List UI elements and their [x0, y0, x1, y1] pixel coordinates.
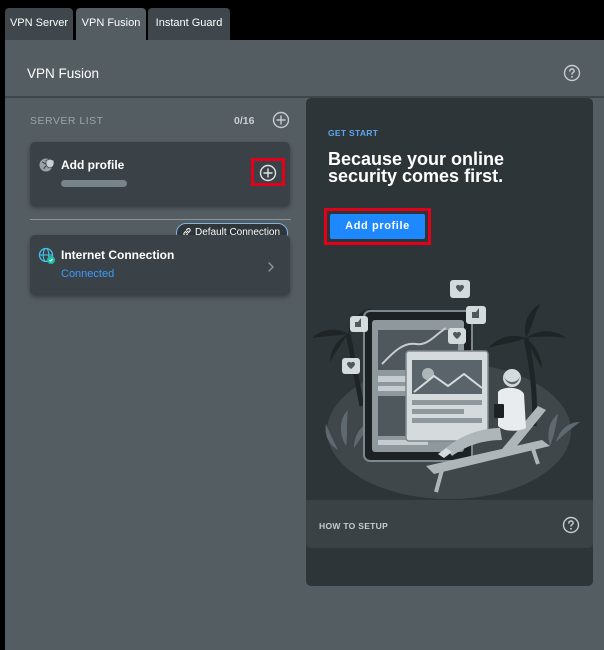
tab-vpn-fusion[interactable]: VPN Fusion	[76, 8, 146, 40]
internet-connection-title: Internet Connection	[61, 248, 175, 262]
main-panel: VPN Fusion SERVER LIST 0/16 Add profile	[5, 40, 604, 650]
server-list-count: 0/16	[234, 115, 255, 127]
how-to-setup-label[interactable]: HOW TO SETUP	[319, 521, 388, 531]
promo-headline: Because your online security comes first…	[328, 149, 505, 186]
chevron-right-icon[interactable]	[266, 260, 276, 272]
get-started-card: GET START Because your online security c…	[306, 98, 593, 586]
server-list-label: SERVER LIST	[30, 115, 104, 127]
question-circle-icon[interactable]	[563, 64, 581, 82]
add-profile-card[interactable]: Add profile	[30, 142, 290, 206]
page-title: VPN Fusion	[27, 66, 100, 81]
globe-icon	[38, 247, 56, 270]
plus-circle-icon[interactable]	[272, 111, 290, 129]
tab-instant-guard[interactable]: Instant Guard	[148, 8, 230, 40]
promo-kicker: GET START	[328, 128, 379, 138]
add-profile-button[interactable]	[251, 158, 285, 186]
globe-shield-icon	[38, 156, 56, 179]
section-divider	[30, 219, 291, 220]
add-profile-title: Add profile	[61, 158, 125, 172]
how-to-setup-bar: HOW TO SETUP	[306, 500, 593, 548]
question-circle-icon[interactable]	[562, 516, 580, 534]
tab-bar: VPN Server VPN Fusion Instant Guard	[0, 0, 604, 40]
vpn-illustration	[312, 280, 580, 499]
add-profile-highlight: Add profile	[324, 208, 431, 245]
profile-placeholder-bar	[61, 180, 127, 187]
plus-circle-icon	[259, 164, 277, 182]
add-profile-cta-button[interactable]: Add profile	[330, 214, 425, 239]
tab-vpn-server[interactable]: VPN Server	[5, 8, 73, 40]
connection-status: Connected	[61, 268, 115, 280]
internet-connection-card[interactable]: Internet Connection Connected	[30, 235, 290, 295]
